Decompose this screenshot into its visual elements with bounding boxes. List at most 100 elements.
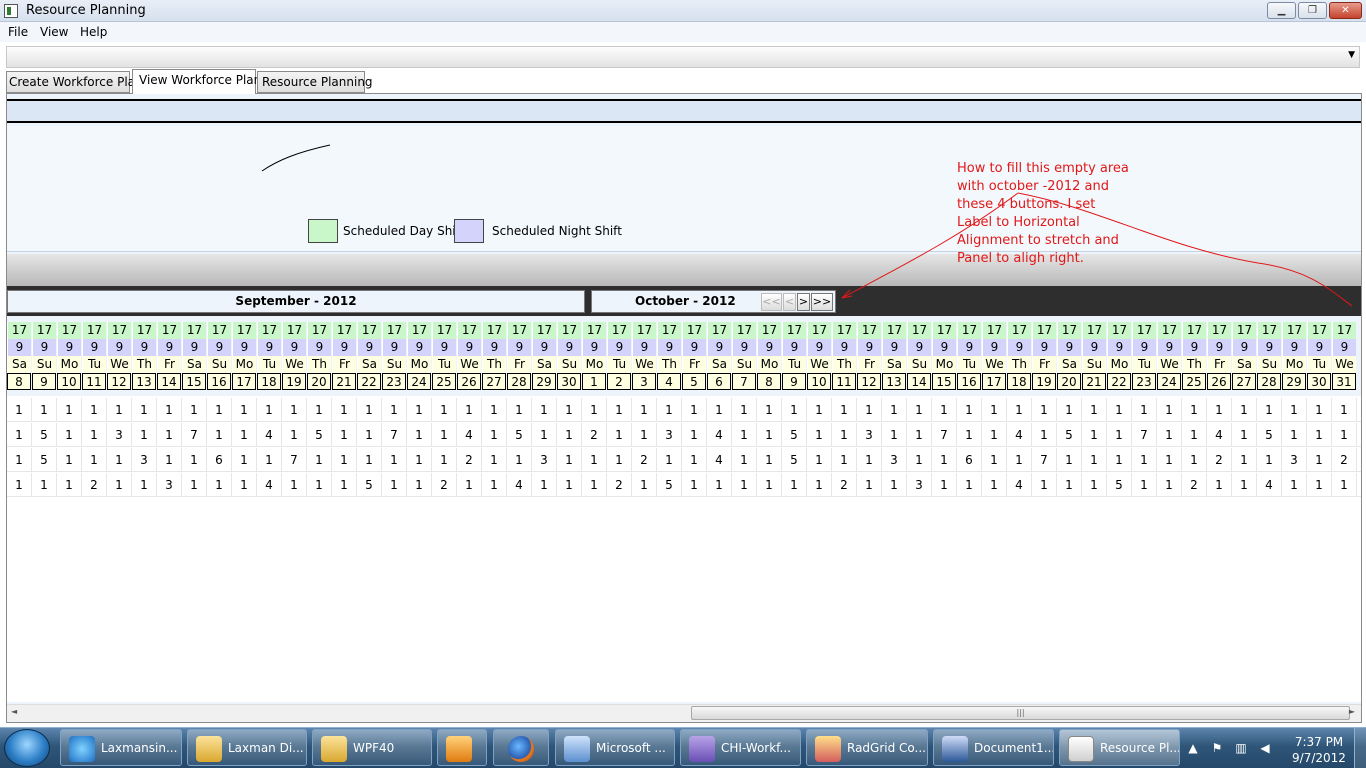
table-cell[interactable]: 1 (507, 398, 532, 422)
table-cell[interactable]: 1 (482, 448, 507, 472)
table-cell[interactable]: 1 (682, 423, 707, 447)
table-cell[interactable]: 1 (282, 473, 307, 497)
table-cell[interactable]: 1 (532, 423, 557, 447)
table-cell[interactable]: 1 (457, 398, 482, 422)
table-cell[interactable]: 1 (57, 473, 82, 497)
table-cell[interactable]: 1 (1132, 398, 1157, 422)
table-cell[interactable]: 5 (357, 473, 382, 497)
table-cell[interactable]: 1 (107, 473, 132, 497)
table-cell[interactable]: 1 (207, 423, 232, 447)
table-cell[interactable]: 1 (132, 473, 157, 497)
table-cell[interactable]: 1 (382, 448, 407, 472)
table-cell[interactable]: 1 (1307, 423, 1332, 447)
taskbar-item-microsoft[interactable]: Microsoft ... (555, 729, 675, 766)
table-cell[interactable]: 1 (432, 423, 457, 447)
table-cell[interactable]: 1 (832, 398, 857, 422)
table-cell[interactable]: 1 (82, 423, 107, 447)
table-cell[interactable]: 2 (632, 448, 657, 472)
table-cell[interactable]: 2 (82, 473, 107, 497)
clock[interactable]: 7:37 PM 9/7/2012 (1288, 734, 1350, 766)
table-cell[interactable]: 1 (1007, 448, 1032, 472)
table-cell[interactable]: 1 (432, 448, 457, 472)
table-cell[interactable]: 1 (882, 423, 907, 447)
table-cell[interactable]: 1 (932, 398, 957, 422)
table-cell[interactable]: 1 (1132, 448, 1157, 472)
table-cell[interactable]: 1 (682, 448, 707, 472)
table-cell[interactable]: 1 (882, 398, 907, 422)
table-cell[interactable]: 1 (782, 398, 807, 422)
table-cell[interactable]: 1 (582, 398, 607, 422)
table-cell[interactable]: 1 (257, 398, 282, 422)
table-cell[interactable]: 7 (282, 448, 307, 472)
table-cell[interactable]: 1 (457, 473, 482, 497)
table-cell[interactable]: 1 (1307, 473, 1332, 497)
table-cell[interactable]: 1 (1157, 473, 1182, 497)
table-cell[interactable]: 1 (732, 448, 757, 472)
table-cell[interactable]: 1 (982, 473, 1007, 497)
menu-help[interactable]: Help (80, 25, 107, 39)
scroll-right-icon[interactable]: ► (1349, 707, 1355, 716)
table-cell[interactable]: 1 (232, 423, 257, 447)
table-cell[interactable]: 1 (532, 398, 557, 422)
table-cell[interactable]: 1 (982, 423, 1007, 447)
table-cell[interactable]: 3 (857, 423, 882, 447)
start-button[interactable] (4, 729, 50, 767)
table-cell[interactable]: 1 (282, 423, 307, 447)
table-cell[interactable]: 1 (307, 398, 332, 422)
table-cell[interactable]: 4 (1257, 473, 1282, 497)
table-cell[interactable]: 1 (657, 398, 682, 422)
table-cell[interactable]: 1 (807, 448, 832, 472)
table-cell[interactable]: 1 (232, 398, 257, 422)
table-cell[interactable]: 1 (557, 423, 582, 447)
table-cell[interactable]: 1 (1307, 448, 1332, 472)
table-cell[interactable]: 1 (232, 473, 257, 497)
table-cell[interactable]: 1 (307, 448, 332, 472)
taskbar-item-chi-workforce[interactable]: CHI-Workf... (680, 729, 801, 766)
table-cell[interactable]: 1 (132, 423, 157, 447)
table-cell[interactable]: 1 (7, 423, 32, 447)
table-cell[interactable]: 1 (907, 423, 932, 447)
table-cell[interactable]: 1 (757, 423, 782, 447)
table-cell[interactable]: 3 (157, 473, 182, 497)
table-cell[interactable]: 1 (407, 423, 432, 447)
table-cell[interactable]: 1 (1257, 398, 1282, 422)
table-cell[interactable]: 1 (1332, 423, 1357, 447)
table-cell[interactable]: 1 (982, 448, 1007, 472)
table-cell[interactable]: 2 (1332, 448, 1357, 472)
table-cell[interactable]: 1 (182, 448, 207, 472)
table-cell[interactable]: 1 (1282, 473, 1307, 497)
table-cell[interactable]: 1 (332, 398, 357, 422)
window-title-bar[interactable] (0, 0, 1366, 22)
table-cell[interactable]: 1 (1007, 398, 1032, 422)
taskbar-item-media-player[interactable] (437, 729, 487, 766)
table-cell[interactable]: 1 (607, 398, 632, 422)
table-cell[interactable]: 7 (1132, 423, 1157, 447)
last-page-button[interactable]: >> (811, 293, 833, 311)
table-cell[interactable]: 1 (607, 448, 632, 472)
table-cell[interactable]: 1 (982, 398, 1007, 422)
table-cell[interactable]: 1 (7, 398, 32, 422)
table-cell[interactable]: 1 (532, 473, 557, 497)
table-cell[interactable]: 3 (532, 448, 557, 472)
table-cell[interactable]: 5 (32, 423, 57, 447)
table-cell[interactable]: 1 (1082, 448, 1107, 472)
table-cell[interactable]: 7 (382, 423, 407, 447)
table-cell[interactable]: 1 (407, 398, 432, 422)
table-cell[interactable]: 3 (1282, 448, 1307, 472)
table-cell[interactable]: 1 (207, 473, 232, 497)
table-cell[interactable]: 5 (657, 473, 682, 497)
table-cell[interactable]: 2 (582, 423, 607, 447)
taskbar-item-word-document[interactable]: Document1... (933, 729, 1054, 766)
table-cell[interactable]: 3 (907, 473, 932, 497)
table-cell[interactable]: 3 (882, 448, 907, 472)
table-cell[interactable]: 1 (857, 398, 882, 422)
table-cell[interactable]: 1 (1307, 398, 1332, 422)
show-hidden-icons-button[interactable]: ▲ (1186, 741, 1200, 755)
table-cell[interactable]: 5 (1057, 423, 1082, 447)
scrollbar-thumb[interactable]: ||| (691, 706, 1350, 720)
table-cell[interactable]: 2 (1182, 473, 1207, 497)
maximize-button[interactable]: ❐ (1298, 2, 1327, 19)
table-cell[interactable]: 1 (82, 398, 107, 422)
table-cell[interactable]: 1 (32, 473, 57, 497)
table-cell[interactable]: 7 (1032, 448, 1057, 472)
